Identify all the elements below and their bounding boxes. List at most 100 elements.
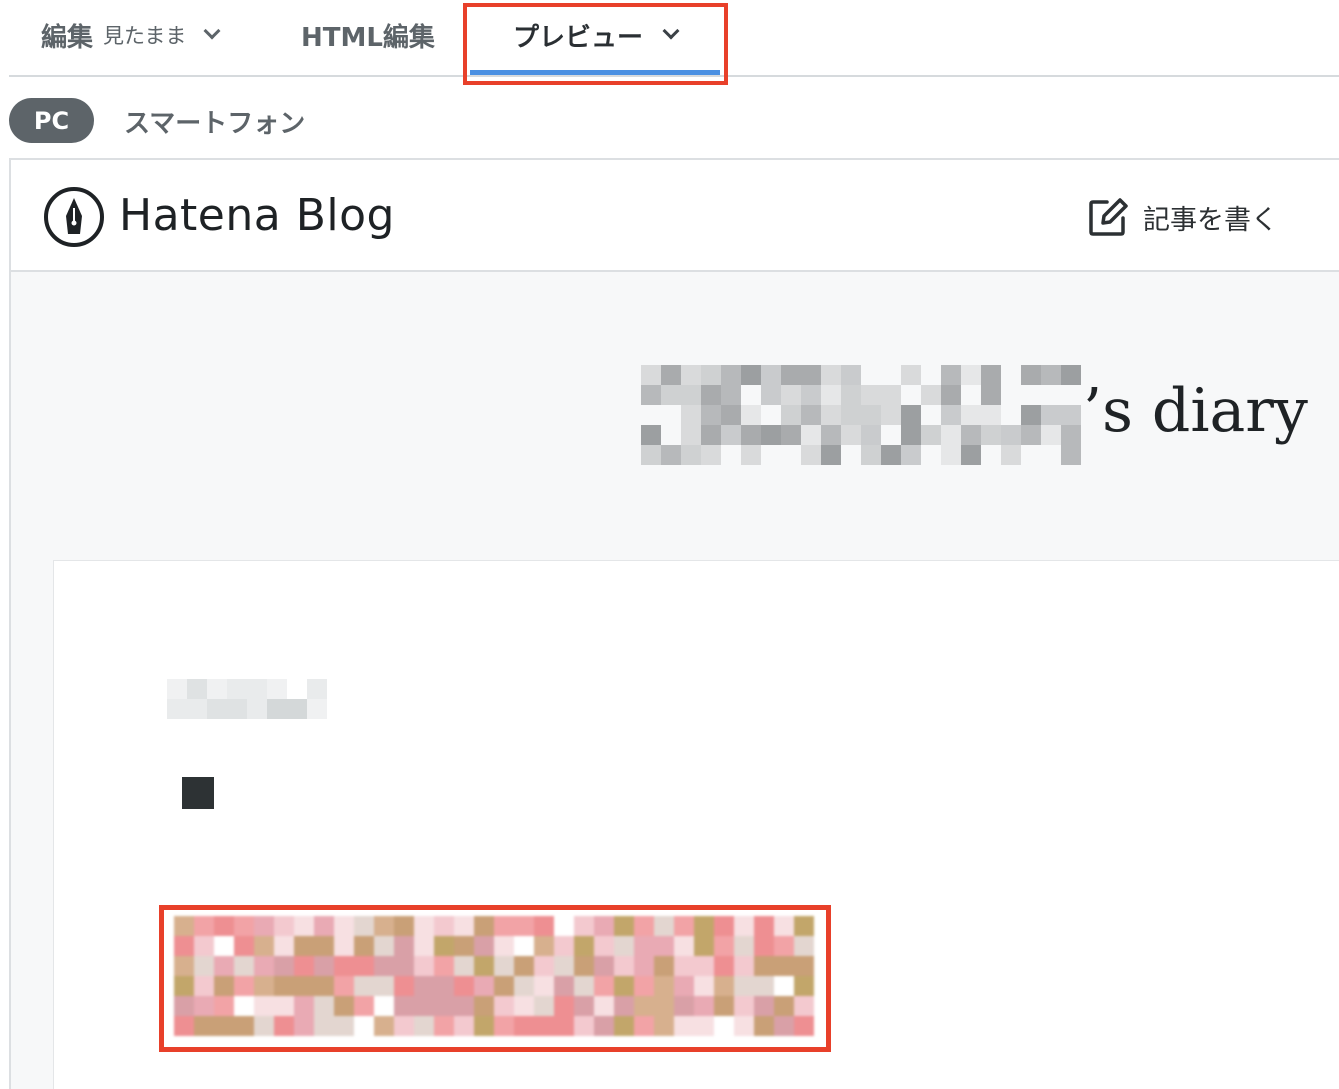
mosaic-cell [334,976,354,996]
mosaic-cell [981,365,1001,385]
tab-divider [9,75,1339,77]
mosaic-cell [701,405,721,425]
mosaic-cell [294,976,314,996]
mosaic-cell [841,405,861,425]
mosaic-cell [187,699,207,719]
mosaic-cell [714,916,734,936]
mosaic-cell [167,699,187,719]
mosaic-cell [194,956,214,976]
mosaic-cell [454,976,474,996]
mosaic-cell [674,1016,694,1036]
mosaic-cell [674,976,694,996]
mosaic-cell [741,445,761,465]
mosaic-cell [734,996,754,1016]
mosaic-cell [207,699,227,719]
mosaic-cell [334,996,354,1016]
mosaic-cell [901,405,921,425]
mosaic-cell [214,996,234,1016]
mosaic-cell [474,956,494,976]
mosaic-cell [1041,425,1061,445]
mosaic-cell [494,936,514,956]
mosaic-cell [454,1016,474,1036]
tab-html-edit[interactable]: HTML編集 [301,0,435,70]
mosaic-cell [761,365,781,385]
mosaic-cell [214,1016,234,1036]
blurred-blog-owner-name [641,365,1081,465]
device-pc-button[interactable]: PC [9,98,94,143]
mosaic-cell [1061,425,1081,445]
mosaic-cell [254,996,274,1016]
mosaic-cell [254,1016,274,1036]
device-smartphone-button[interactable]: スマートフォン [124,96,305,146]
mosaic-cell [641,425,661,445]
blurred-article-title[interactable] [174,916,824,1036]
preview-frame: Hatena Blog 記事を書く ’s diary [9,158,1339,1089]
mosaic-cell [474,976,494,996]
mosaic-cell [394,936,414,956]
blog-title[interactable]: ’s diary [641,360,1308,470]
blurred-article-date [167,679,327,719]
tab-visual-edit[interactable]: 編集 見たまま [41,0,221,70]
mosaic-cell [821,385,841,405]
mosaic-cell [267,699,287,719]
mosaic-cell [454,956,474,976]
mosaic-cell [254,936,274,956]
mosaic-cell [414,936,434,956]
mosaic-cell [207,679,227,699]
mosaic-cell [354,916,374,936]
mosaic-cell [674,936,694,956]
chevron-down-icon[interactable] [662,22,680,40]
mosaic-cell [294,1016,314,1036]
mosaic-cell [901,425,921,445]
mosaic-cell [641,385,661,405]
mosaic-cell [194,1016,214,1036]
mosaic-cell [434,916,454,936]
mosaic-cell [227,699,247,719]
hatena-blog-logo-text[interactable]: Hatena Blog [119,190,395,241]
mosaic-cell [734,956,754,976]
mosaic-cell [794,956,814,976]
mosaic-cell [187,679,207,699]
write-article-label: 記事を書く [1143,204,1278,236]
mosaic-cell [774,936,794,956]
mosaic-cell [414,1016,434,1036]
mosaic-cell [821,405,841,425]
mosaic-cell [721,385,741,405]
mosaic-cell [614,1016,634,1036]
chevron-down-icon[interactable] [203,22,221,40]
mosaic-cell [374,1016,394,1036]
mosaic-cell [694,936,714,956]
mosaic-cell [234,956,254,976]
mosaic-cell [307,679,327,699]
mosaic-cell [274,916,294,936]
mosaic-cell [1041,365,1061,385]
mosaic-cell [494,996,514,1016]
mosaic-cell [194,976,214,996]
mosaic-cell [881,445,901,465]
mosaic-cell [574,996,594,1016]
mosaic-cell [781,405,801,425]
mosaic-cell [721,365,741,385]
mosaic-cell [681,385,701,405]
mosaic-cell [574,976,594,996]
mosaic-cell [961,425,981,445]
write-article-button[interactable]: 記事を書く [1087,194,1278,240]
mosaic-cell [474,916,494,936]
mosaic-cell [761,385,781,405]
mosaic-cell [1001,425,1021,445]
mosaic-cell [174,1016,194,1036]
mosaic-cell [454,996,474,1016]
mosaic-cell [414,996,434,1016]
mosaic-cell [574,956,594,976]
mosaic-cell [314,1016,334,1036]
mosaic-cell [534,1016,554,1036]
hatena-pen-nib-icon[interactable] [43,186,105,248]
mosaic-cell [394,976,414,996]
mosaic-cell [641,445,661,465]
mosaic-cell [681,425,701,445]
mosaic-cell [514,1016,534,1036]
mosaic-cell [374,916,394,936]
mosaic-cell [674,956,694,976]
tab-preview[interactable]: プレビュー [470,0,720,78]
mosaic-cell [614,916,634,936]
